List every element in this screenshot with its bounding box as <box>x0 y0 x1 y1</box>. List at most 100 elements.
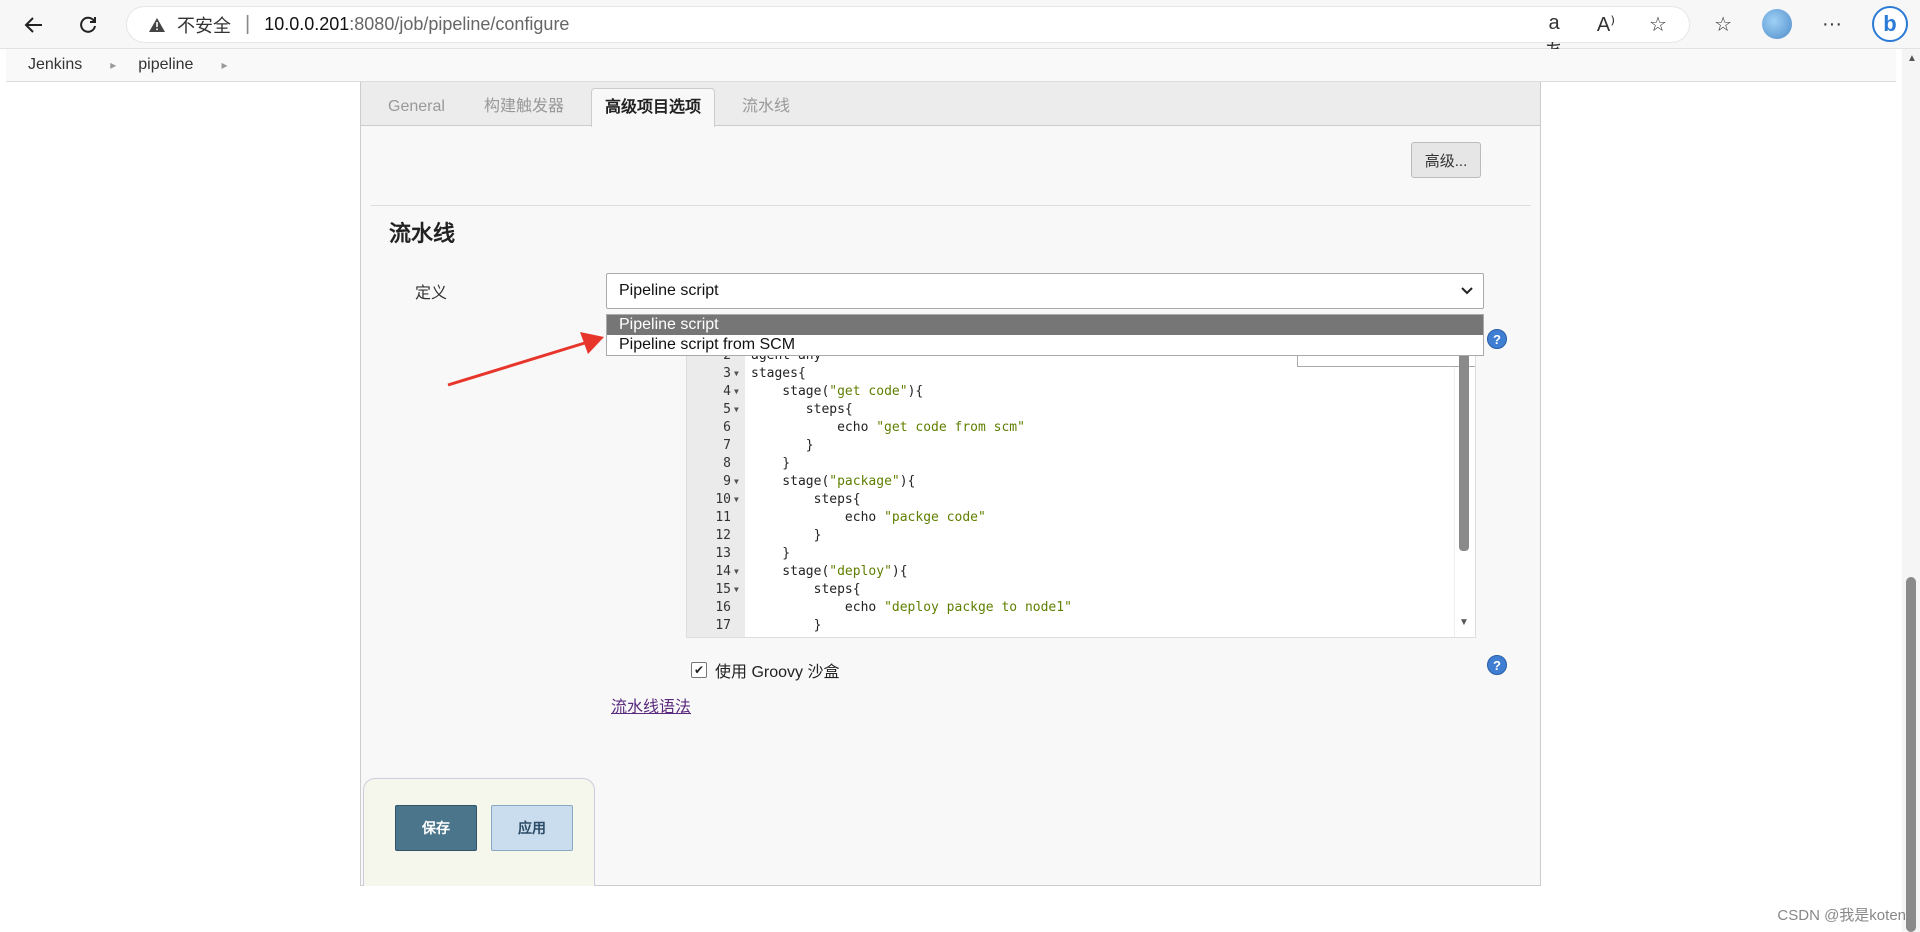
section-divider <box>371 205 1531 206</box>
fold-arrow-icon[interactable]: ▼ <box>734 491 739 509</box>
breadcrumb: Jenkins ▸ pipeline ▸ <box>6 49 1896 82</box>
more-icon[interactable]: ··· <box>1822 13 1842 36</box>
code-line: 6 echo "get code from scm" <box>687 419 1475 437</box>
code-line: 15 ▼ steps{ <box>687 581 1475 599</box>
code-text: } <box>751 546 791 561</box>
refresh-icon[interactable] <box>72 9 104 41</box>
code-line: 17 } <box>687 617 1475 635</box>
groovy-sandbox-label: 使用 Groovy 沙盒 <box>715 664 840 681</box>
definition-selected-value: Pipeline script <box>619 282 719 299</box>
bottom-button-bar: 保存 应用 <box>363 778 595 886</box>
line-number: 6 <box>723 420 731 435</box>
code-line: 11 echo "packge code" <box>687 509 1475 527</box>
editor-print-margin <box>1454 345 1455 637</box>
code-line: 4 ▼ stage("get code"){ <box>687 383 1475 401</box>
code-line: 3 ▼ stages{ <box>687 365 1475 383</box>
line-number: 15 <box>715 582 731 597</box>
code-line: 7 } <box>687 437 1475 455</box>
code-text: stage("deploy"){ <box>751 564 908 579</box>
line-number: 16 <box>715 600 731 615</box>
breadcrumb-jenkins[interactable]: Jenkins <box>6 56 82 74</box>
code-text: steps{ <box>751 492 861 507</box>
apply-button[interactable]: 应用 <box>491 805 573 851</box>
code-text: } <box>751 456 791 471</box>
insecure-label: 不安全 <box>177 15 231 36</box>
tab-general[interactable]: General <box>375 88 458 126</box>
pipeline-script-editor[interactable]: 2agent any3▼stages{4▼ stage("get code"){… <box>686 344 1476 638</box>
definition-label: 定义 <box>415 285 448 302</box>
code-line: 14 ▼ stage("deploy"){ <box>687 563 1475 581</box>
code-line: 12 } <box>687 527 1475 545</box>
breadcrumb-chevron-icon[interactable]: ▸ <box>82 58 116 72</box>
page-scrollbar[interactable]: ▲ <box>1902 49 1920 932</box>
line-number: 17 <box>715 618 731 633</box>
code-line: 16 echo "deploy packge to node1" <box>687 599 1475 617</box>
address-bar[interactable]: 不安全 | 10.0.0.201 :8080/job/pipeline/conf… <box>126 6 1690 63</box>
section-title: 流水线 <box>389 221 456 246</box>
code-text: steps{ <box>751 402 853 417</box>
line-number: 3 <box>723 366 731 381</box>
breadcrumb-chevron-icon[interactable]: ▸ <box>193 58 227 72</box>
code-text: echo "deploy packge to node1" <box>751 600 1072 615</box>
url-host: 10.0.0.201 <box>264 14 350 34</box>
page-scroll-thumb[interactable] <box>1906 577 1916 932</box>
option-pipeline-script[interactable]: Pipeline script <box>607 315 1483 335</box>
fold-arrow-icon[interactable]: ▼ <box>734 473 739 491</box>
code-line: 10 ▼ steps{ <box>687 491 1475 509</box>
browser-toolbar: 不安全 | 10.0.0.201 :8080/job/pipeline/conf… <box>0 0 1920 63</box>
code-text: stages{ <box>751 366 806 381</box>
code-text: stage("package"){ <box>751 474 916 489</box>
collections-icon[interactable]: ☆ <box>1714 12 1732 37</box>
fold-arrow-icon[interactable]: ▼ <box>734 365 739 383</box>
code-line: 13 } <box>687 545 1475 563</box>
red-arrow-annotation <box>447 332 604 387</box>
scroll-up-icon[interactable]: ▲ <box>1907 53 1917 64</box>
warning-icon <box>147 15 167 35</box>
line-number: 8 <box>723 456 731 471</box>
code-line: 9 ▼ stage("package"){ <box>687 473 1475 491</box>
config-panel: General 构建触发器 高级项目选项 流水线 高级... 流水线 定义 Pi… <box>360 82 1541 886</box>
tab-advanced-project-options[interactable]: 高级项目选项 <box>591 88 716 127</box>
fold-arrow-icon[interactable]: ▼ <box>734 581 739 599</box>
line-number: 14 <box>715 564 731 579</box>
code-text: echo "packge code" <box>751 510 986 525</box>
config-tabbar: General 构建触发器 高级项目选项 流水线 <box>361 82 1540 127</box>
line-number: 7 <box>723 438 731 453</box>
code-text: stage("get code"){ <box>751 384 924 399</box>
code-text: echo "get code from scm" <box>751 420 1025 435</box>
fold-arrow-icon[interactable]: ▼ <box>734 401 739 419</box>
groovy-sandbox-row[interactable]: ✔ 使用 Groovy 沙盒 <box>691 658 839 682</box>
line-number: 4 <box>723 384 731 399</box>
line-number: 9 <box>723 474 731 489</box>
address-separator: | <box>245 13 251 35</box>
chevron-down-icon <box>1461 282 1473 298</box>
help-icon[interactable]: ? <box>1487 329 1507 349</box>
tab-pipeline[interactable]: 流水线 <box>729 88 803 126</box>
scroll-down-icon[interactable]: ▼ <box>1459 617 1469 628</box>
code-text: steps{ <box>751 582 861 597</box>
bing-icon[interactable]: b <box>1872 6 1908 42</box>
line-number: 10 <box>715 492 731 507</box>
tab-build-triggers[interactable]: 构建触发器 <box>471 88 577 126</box>
save-button[interactable]: 保存 <box>395 805 477 851</box>
back-arrow-icon[interactable] <box>18 9 50 41</box>
code-line: 5 ▼ steps{ <box>687 401 1475 419</box>
definition-select[interactable]: Pipeline script <box>606 273 1484 309</box>
code-text: } <box>751 528 822 543</box>
groovy-sandbox-checkbox[interactable]: ✔ <box>691 662 707 678</box>
fold-arrow-icon[interactable]: ▼ <box>734 383 739 401</box>
option-pipeline-script-from-scm[interactable]: Pipeline script from SCM <box>607 335 1483 355</box>
line-number: 5 <box>723 402 731 417</box>
profile-avatar-icon[interactable] <box>1762 9 1793 39</box>
advanced-button[interactable]: 高级... <box>1411 142 1481 178</box>
breadcrumb-pipeline[interactable]: pipeline <box>116 56 193 74</box>
editor-scroll-thumb[interactable] <box>1459 351 1469 551</box>
definition-dropdown: Pipeline script Pipeline script from SCM <box>606 314 1484 356</box>
code-line: 8 } <box>687 455 1475 473</box>
help-icon[interactable]: ? <box>1487 655 1507 675</box>
watermark: CSDN @我是koten <box>1777 907 1906 924</box>
pipeline-syntax-link[interactable]: 流水线语法 <box>611 693 691 717</box>
fold-arrow-icon[interactable]: ▼ <box>734 563 739 581</box>
line-number: 13 <box>715 546 731 561</box>
line-number: 12 <box>715 528 731 543</box>
